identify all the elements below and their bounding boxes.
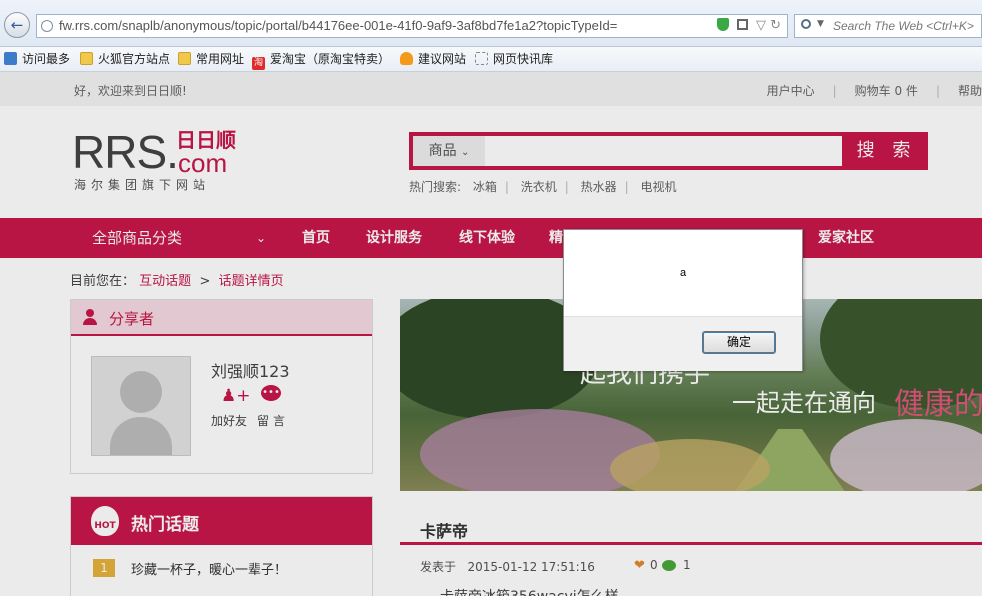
bookmark-label: 建议网站 [418, 52, 467, 66]
bookmark-icon [4, 52, 17, 65]
folder-icon [80, 52, 93, 65]
address-bar-icons: ▽ ↻ [716, 18, 781, 33]
taobao-icon: 淘 [252, 57, 265, 70]
browser-toolbar: ← fw.rrs.com/snaplb/anonymous/topic/port… [0, 0, 982, 47]
bookmark-firefox-site[interactable]: 火狐官方站点 [80, 51, 170, 67]
reload-icon[interactable]: ↻ [770, 18, 781, 33]
bookmark-common-sites[interactable]: 常用网址 [178, 51, 244, 67]
web-search-placeholder[interactable]: Search The Web <Ctrl+K> [833, 19, 974, 33]
back-button[interactable]: ← [4, 12, 30, 38]
bookmark-label: 火狐官方站点 [98, 52, 171, 66]
bookmark-aitaobao[interactable]: 淘爱淘宝（原淘宝特卖） [252, 51, 391, 70]
folder-icon [178, 52, 191, 65]
modal-overlay [0, 72, 982, 596]
alert-dialog: a 确定 [563, 229, 803, 371]
bookmark-most-visited[interactable]: 访问最多 [4, 51, 70, 67]
url-text[interactable]: fw.rrs.com/snaplb/anonymous/topic/portal… [59, 18, 617, 33]
ok-button[interactable]: 确定 [702, 331, 776, 354]
bookmark-suggested-sites[interactable]: 建议网站 [400, 51, 466, 67]
search-icon [801, 19, 811, 29]
search-engine-dropdown-icon[interactable]: ▼ [817, 19, 824, 29]
bookmark-label: 网页快讯库 [493, 52, 554, 66]
shield-icon[interactable] [716, 18, 729, 31]
alert-message: a [679, 267, 687, 279]
bookmark-label: 爱淘宝（原淘宝特卖） [270, 52, 391, 66]
web-search-box[interactable]: ▼ Search The Web <Ctrl+K> [794, 14, 982, 38]
address-bar[interactable]: fw.rrs.com/snaplb/anonymous/topic/portal… [36, 14, 788, 38]
bookmarks-bar: 访问最多 火狐官方站点 常用网址 淘爱淘宝（原淘宝特卖） 建议网站 网页快讯库 [0, 47, 982, 72]
globe-icon [41, 20, 53, 32]
qr-code-icon[interactable] [736, 19, 748, 30]
bookmark-web-slices[interactable]: 网页快讯库 [475, 51, 553, 67]
alert-footer: 确定 [564, 316, 802, 371]
lightbulb-icon [400, 52, 413, 65]
bookmark-label: 访问最多 [22, 52, 71, 66]
bookmark-label: 常用网址 [196, 52, 245, 66]
dropdown-arrow-icon[interactable]: ▽ [756, 18, 766, 33]
web-slice-icon [475, 52, 488, 65]
